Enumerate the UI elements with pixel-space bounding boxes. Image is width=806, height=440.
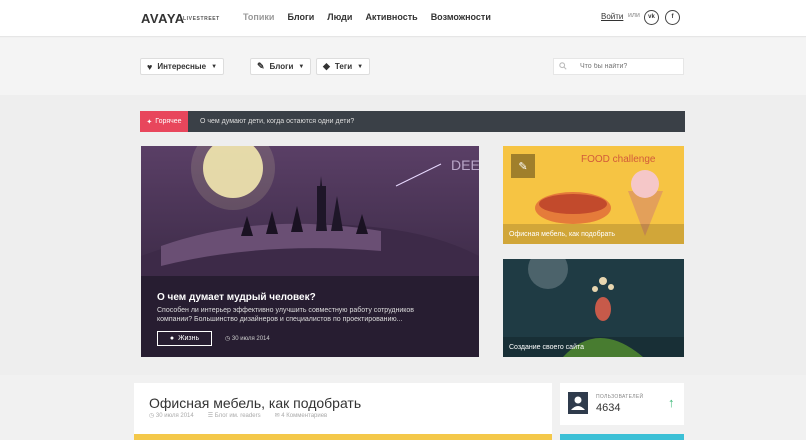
site-image (503, 259, 684, 357)
search-input[interactable] (553, 58, 684, 75)
featured-date-text: 30 июля 2014 (231, 336, 270, 342)
tags-label: Теги (334, 62, 353, 71)
post-comments[interactable]: ✉ 4 Комментариев (275, 412, 328, 419)
nav-blogs[interactable]: Блоги (287, 12, 314, 22)
blogs-label: Блоги (269, 62, 294, 71)
side-card-2[interactable]: Создание своего сайта (503, 259, 684, 357)
pencil-icon[interactable]: ✎ (511, 154, 535, 178)
featured-card[interactable]: DEEP DREAM О чем думает мудрый человек? … (141, 146, 479, 357)
featured-tag-label: Жизнь (178, 335, 200, 342)
post-title[interactable]: Офисная мебель, как подобрать (149, 395, 361, 411)
side-card-2-title[interactable]: Создание своего сайта (509, 344, 584, 351)
featured-desc: Способен ли интерьер эффективно улучшить… (157, 307, 414, 323)
tag-icon: ◆ (323, 61, 330, 71)
tags-dropdown[interactable]: ◆ Теги ▼ (316, 58, 371, 75)
side-card-1-title[interactable]: Офисная мебель, как подобрать (509, 231, 615, 238)
hot-ticker[interactable]: О чем думают дети, когда остаются одни д… (188, 111, 685, 132)
filter-bar (0, 38, 806, 95)
users-stat-label: ПОЛЬЗОВАТЕЛЕЙ (596, 394, 644, 400)
deep-dream-text: DEEP DREAM (451, 157, 479, 173)
top-header: AVAYA LIVESTREET Топики Блоги Люди Актив… (0, 0, 806, 37)
user-avatar-icon (568, 392, 588, 414)
post-preview: Офисная мебель, как подобрать ◷ 30 июля … (134, 383, 552, 440)
or-label: или (628, 12, 640, 19)
featured-tag-button[interactable]: ● Жизнь (157, 331, 212, 346)
site-logo-sub: LIVESTREET (183, 16, 220, 22)
side-card-1[interactable]: FOOD challenge ✎ Офисная мебель, как под… (503, 146, 684, 244)
hot-badge[interactable]: ✦ Горячее (140, 111, 188, 132)
users-stat: ПОЛЬЗОВАТЕЛЕЙ 4634 ↑ (560, 383, 684, 425)
users-stat-value: 4634 (596, 402, 621, 414)
interesting-dropdown[interactable]: ♥ Интересные ▼ (140, 58, 225, 75)
heart-icon: ♥ (147, 61, 153, 72)
stat-strip (560, 434, 684, 440)
nav-activity[interactable]: Активность (365, 12, 417, 22)
post-blog[interactable]: ☰ Блог им. readers (208, 412, 261, 419)
chevron-down-icon: ▼ (357, 63, 364, 70)
featured-date: ◷ 30 июля 2014 (225, 336, 270, 342)
facebook-icon[interactable]: f (665, 10, 680, 25)
nav-features[interactable]: Возможности (431, 12, 491, 22)
post-date-text: 30 июля 2014 (155, 413, 194, 419)
user-silhouette-icon (571, 396, 585, 410)
food-challenge-text: FOOD challenge (581, 154, 656, 165)
featured-title[interactable]: О чем думает мудрый человек? (157, 292, 316, 303)
chevron-down-icon: ▼ (298, 63, 305, 70)
interesting-label: Интересные (157, 62, 207, 71)
hot-badge-label: Горячее (155, 118, 182, 125)
site-logo[interactable]: AVAYA (141, 11, 185, 26)
main-nav: Топики Блоги Люди Активность Возможности (243, 12, 504, 22)
post-comments-text: 4 Комментариев (281, 413, 328, 419)
arrow-up-icon: ↑ (668, 395, 675, 410)
fire-icon: ✦ (146, 118, 153, 126)
post-blog-text: Блог им. readers (214, 413, 261, 419)
login-link[interactable]: Войти (601, 12, 623, 21)
post-image-strip (134, 434, 552, 440)
nav-topics[interactable]: Топики (243, 12, 274, 22)
search-icon (559, 62, 567, 70)
post-meta: ◷ 30 июля 2014 ☰ Блог им. readers ✉ 4 Ко… (149, 412, 327, 419)
featured-image: DEEP DREAM (141, 146, 479, 357)
pencil-icon: ✎ (257, 61, 265, 71)
nav-people[interactable]: Люди (327, 12, 352, 22)
vk-icon[interactable]: vk (644, 10, 659, 25)
user-icon: ● (169, 335, 175, 342)
post-date: ◷ 30 июля 2014 (149, 413, 194, 419)
chevron-down-icon: ▼ (211, 63, 218, 70)
blogs-dropdown[interactable]: ✎ Блоги ▼ (250, 58, 312, 75)
